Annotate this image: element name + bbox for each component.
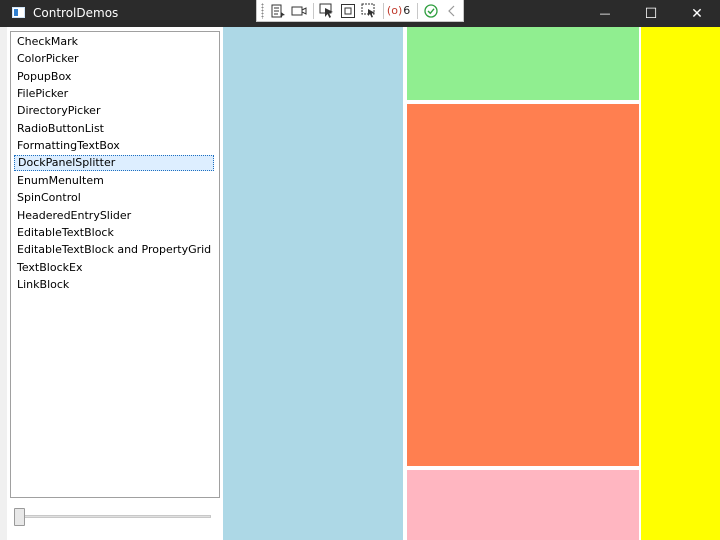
list-item[interactable]: DockPanelSplitter [14, 155, 214, 172]
toolbar-separator [313, 2, 315, 19]
live-visual-tree-icon[interactable] [268, 2, 287, 20]
select-element-icon[interactable] [317, 2, 336, 20]
list-item[interactable]: EditableTextBlock [14, 225, 214, 241]
list-item[interactable]: PopupBox [14, 69, 214, 85]
record-icon[interactable] [289, 2, 308, 20]
list-item[interactable]: EditableTextBlock and PropertyGrid [14, 242, 214, 258]
list-item[interactable]: FilePicker [14, 86, 214, 102]
close-icon: ✕ [691, 5, 703, 22]
bottom-docked-panel [407, 470, 639, 540]
track-focus-icon[interactable] [359, 2, 378, 20]
list-item[interactable]: RadioButtonList [14, 121, 214, 137]
top-docked-panel [407, 27, 639, 100]
list-item[interactable]: ColorPicker [14, 51, 214, 67]
list-item[interactable]: HeaderedEntrySlider [14, 208, 214, 224]
window-content: CheckMark ColorPicker PopupBox FilePicker Di… [0, 27, 720, 540]
list-item[interactable]: TextBlockEx [14, 260, 214, 276]
list-item[interactable]: LinkBlock [14, 277, 214, 293]
toolbar-separator [383, 2, 384, 19]
fill-panel [407, 104, 639, 466]
app-icon [12, 7, 25, 18]
collapse-icon[interactable] [442, 2, 461, 20]
toolbar-grip-icon[interactable] [261, 2, 265, 19]
list-item[interactable]: SpinControl [14, 190, 214, 206]
window-titlebar[interactable]: ControlDemos (o) 6 — ☐ ✕ [0, 0, 720, 27]
binding-failures-icon: (o) [386, 4, 403, 17]
list-item[interactable]: EnumMenuItem [14, 173, 214, 189]
zoom-slider-track[interactable] [19, 515, 211, 518]
display-layout-adorners-icon[interactable] [338, 2, 357, 20]
navigation-pane: CheckMark ColorPicker PopupBox FilePicker Di… [0, 27, 223, 540]
minimize-button[interactable]: — [582, 0, 628, 27]
close-button[interactable]: ✕ [674, 0, 720, 27]
window-title: ControlDemos [33, 6, 119, 20]
minimize-icon: — [599, 7, 611, 20]
left-docked-panel [223, 27, 403, 540]
list-item[interactable]: CheckMark [14, 34, 214, 50]
maximize-icon: ☐ [644, 5, 658, 22]
binding-failures-badge[interactable]: (o) 6 [387, 4, 410, 17]
zoom-slider-thumb[interactable] [14, 508, 25, 526]
toolbar-separator [417, 2, 419, 19]
right-docked-panel [641, 27, 720, 540]
demo-list[interactable]: CheckMark ColorPicker PopupBox FilePicker Di… [10, 31, 220, 498]
maximize-button[interactable]: ☐ [628, 0, 674, 27]
wpf-debug-toolbar: (o) 6 [256, 0, 464, 22]
binding-error-count: 6 [403, 4, 411, 17]
hot-reload-ok-icon[interactable] [421, 2, 440, 20]
list-item[interactable]: FormattingTextBox [14, 138, 214, 154]
list-item[interactable]: DirectoryPicker [14, 103, 214, 119]
